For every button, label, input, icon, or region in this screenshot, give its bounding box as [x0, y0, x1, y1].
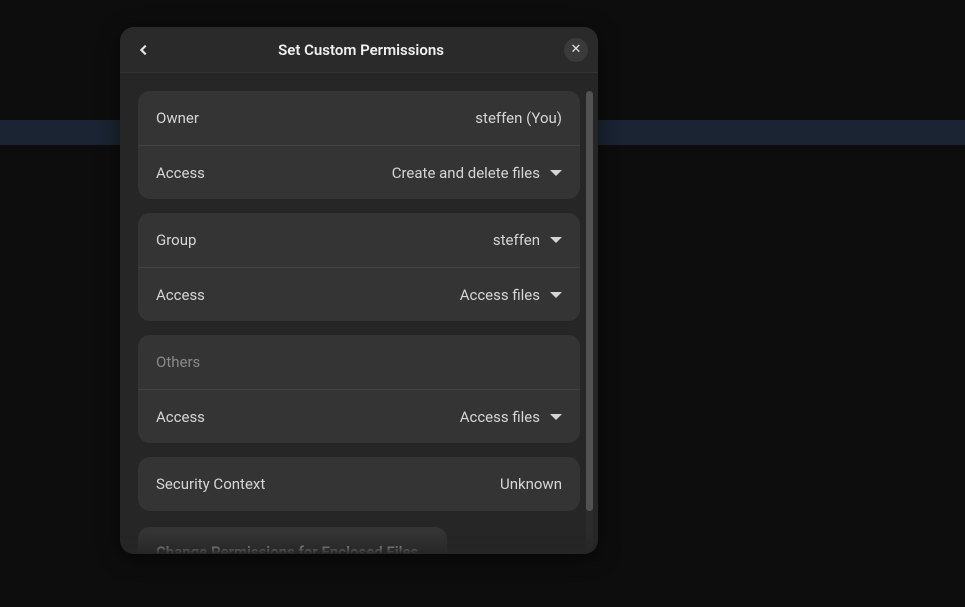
change-enclosed-button[interactable]: Change Permissions for Enclosed Files… [138, 527, 447, 554]
others-access-dropdown[interactable]: Access files [460, 408, 562, 426]
others-row: Others [138, 335, 580, 389]
security-value: Unknown [500, 475, 562, 493]
close-button[interactable]: ✕ [564, 38, 588, 62]
security-section: Security Context Unknown [138, 457, 580, 511]
group-section: Group steffen Access Access files [138, 213, 580, 321]
group-dropdown[interactable]: steffen [493, 231, 562, 249]
chevron-left-icon [137, 43, 151, 57]
chevron-down-icon [550, 292, 562, 298]
dialog-title: Set Custom Permissions [158, 41, 564, 59]
others-access-value: Access files [460, 408, 540, 426]
permissions-dialog: Set Custom Permissions ✕ Owner steffen (… [120, 27, 598, 554]
owner-label: Owner [156, 109, 199, 127]
change-enclosed-label: Change Permissions for Enclosed Files… [156, 543, 429, 554]
owner-value: steffen (You) [475, 109, 562, 127]
owner-access-value: Create and delete files [392, 164, 540, 182]
group-label: Group [156, 231, 196, 249]
close-icon: ✕ [571, 43, 582, 56]
scrollbar-thumb[interactable] [586, 91, 593, 511]
chevron-down-icon [550, 170, 562, 176]
dialog-body: Owner steffen (You) Access Create and de… [120, 73, 598, 554]
owner-section: Owner steffen (You) Access Create and de… [138, 91, 580, 199]
chevron-down-icon [550, 414, 562, 420]
security-row: Security Context Unknown [138, 457, 580, 511]
security-label: Security Context [156, 475, 265, 493]
owner-access-dropdown[interactable]: Create and delete files [392, 164, 562, 182]
group-access-dropdown[interactable]: Access files [460, 286, 562, 304]
others-label: Others [156, 353, 200, 371]
group-value: steffen [493, 231, 540, 249]
others-access-label: Access [156, 408, 205, 426]
owner-access-label: Access [156, 164, 205, 182]
chevron-down-icon [550, 237, 562, 243]
others-section: Others Access Access files [138, 335, 580, 443]
owner-row: Owner steffen (You) [138, 91, 580, 145]
group-access-label: Access [156, 286, 205, 304]
owner-value-wrap: steffen (You) [475, 109, 562, 127]
dialog-header: Set Custom Permissions ✕ [120, 27, 598, 73]
back-button[interactable] [130, 36, 158, 64]
group-row[interactable]: Group steffen [138, 213, 580, 267]
others-access-row[interactable]: Access Access files [138, 389, 580, 443]
security-value-wrap: Unknown [500, 475, 562, 493]
group-access-row[interactable]: Access Access files [138, 267, 580, 321]
owner-access-row[interactable]: Access Create and delete files [138, 145, 580, 199]
group-access-value: Access files [460, 286, 540, 304]
